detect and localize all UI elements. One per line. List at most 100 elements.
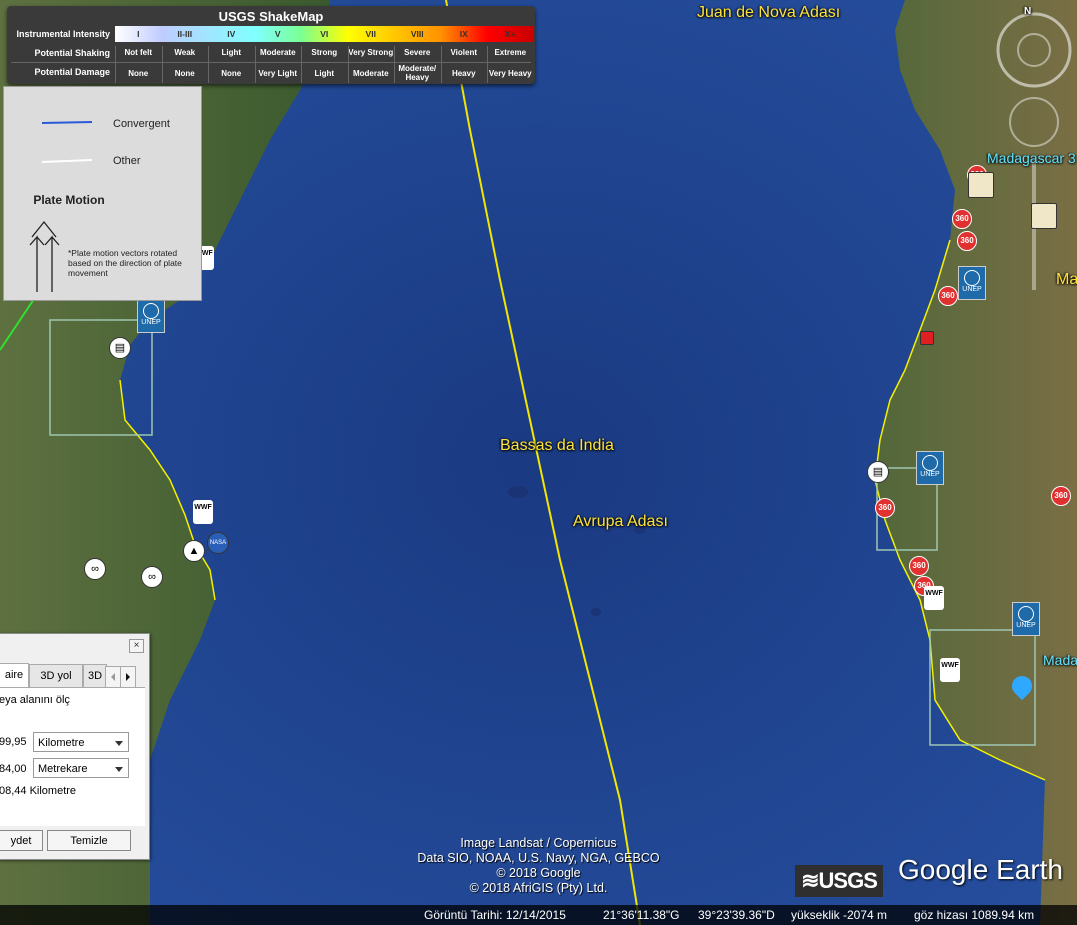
damage-cell: Heavy (451, 68, 476, 78)
elevation: yükseklik -2074 m (791, 908, 888, 922)
wwf-icon[interactable]: WWF (924, 586, 944, 610)
sailboat-icon[interactable]: ▲ (183, 540, 205, 562)
ruler-panel (0, 687, 145, 826)
chevron-down-icon (115, 767, 123, 772)
shaking-cell: Extreme (487, 46, 534, 60)
warning-icon[interactable] (920, 331, 934, 345)
photo-thumbnail-icon[interactable] (968, 172, 994, 198)
unep-icon[interactable]: UNEP (916, 451, 944, 485)
legend-plate-motion: Plate Motion (33, 193, 105, 207)
divider (11, 62, 531, 63)
area-value: 84,00 (0, 763, 27, 775)
shaking-cell: Strong (301, 46, 348, 60)
damage-cell: None (128, 68, 149, 78)
shaking-cell: Violent (440, 46, 487, 60)
document-icon[interactable]: ▤ (867, 461, 889, 483)
usgs-logo: ≋USGS (795, 865, 883, 897)
tab-3d-path[interactable]: 3D yol (29, 664, 83, 687)
google-earth-logo: Google Earth (898, 854, 1063, 885)
area-unit-select[interactable]: Metrekare (33, 758, 129, 778)
nasa-icon[interactable]: NASA (207, 532, 229, 554)
row-label-damage: Potential Damage (34, 67, 110, 77)
extra-measure: 08,44 Kilometre (0, 785, 77, 797)
panorama-360-icon[interactable]: 360 (1051, 486, 1071, 506)
shaking-cell: Moderate (254, 46, 301, 60)
photo-thumbnail-icon[interactable] (1031, 203, 1057, 229)
shaking-cell: Weak (161, 46, 208, 60)
longitude: 39°23'39.36"D (698, 908, 775, 922)
damage-cell: Moderate/ Heavy (398, 64, 437, 82)
status-bar: Görüntü Tarihi: 12/14/2015 21°36'11.38"G… (0, 905, 1077, 925)
plate-legend: Convergent Other Plate Motion *Plate mot… (3, 86, 202, 301)
perimeter-unit-select[interactable]: Kilometre (33, 732, 129, 752)
divider (161, 46, 163, 83)
divider (208, 46, 209, 83)
unep-icon[interactable]: UNEP (137, 299, 165, 333)
place-label-avrupa[interactable]: Avrupa Adası (573, 513, 668, 531)
other-swatch (41, 159, 93, 163)
damage-cell: None (174, 68, 195, 78)
legend-other: Other (113, 155, 141, 167)
divider (394, 46, 395, 83)
shaking-cell: Light (208, 46, 255, 60)
divider (347, 46, 349, 83)
divider (487, 46, 488, 83)
panorama-360-icon[interactable]: 360 (952, 209, 972, 229)
arrow-head-icon (31, 220, 57, 238)
place-label-madagascar-3[interactable]: Madagascar 3 (987, 150, 1076, 166)
tab-scroll-right[interactable] (120, 666, 136, 688)
place-label-bassas-da-india[interactable]: Bassas da India (500, 437, 614, 455)
eye-altitude: göz hizası 1089.94 km (914, 908, 1035, 922)
tab-scroll-left[interactable] (105, 666, 121, 688)
close-button[interactable]: × (129, 639, 144, 653)
tab-3d[interactable]: 3D (83, 664, 107, 687)
perimeter-value: 99,95 (0, 736, 27, 748)
wwf-icon[interactable]: WWF (193, 500, 213, 524)
chevron-down-icon (115, 741, 123, 746)
ruler-hint: eya alanını ölç (0, 694, 70, 706)
wwf-icon[interactable]: WWF (940, 658, 960, 682)
shakemap-legend: USGS ShakeMap Instrumental Intensity Pot… (7, 6, 535, 84)
place-label-juan-de-nova[interactable]: Juan de Nova Adası (697, 4, 840, 22)
binoculars-icon[interactable]: ∞ (84, 558, 106, 580)
damage-cell: Very Heavy (488, 68, 532, 78)
damage-cell: Very Light (258, 68, 298, 78)
unep-icon[interactable]: UNEP (1012, 602, 1040, 636)
seamount (508, 486, 528, 498)
latitude: 21°36'11.38"G (603, 908, 680, 922)
arrow-icon (44, 235, 60, 292)
save-button[interactable]: ydet (0, 830, 43, 851)
clear-button[interactable]: Temizle (47, 830, 131, 851)
intensity-cell: VI (301, 26, 348, 42)
divider (301, 46, 302, 83)
convergent-swatch (41, 121, 93, 124)
intensity-cell: X+ (487, 26, 534, 42)
shaking-cell: Not felt (115, 46, 162, 60)
intensity-cell: I (115, 26, 162, 42)
binoculars-icon[interactable]: ∞ (141, 566, 163, 588)
shaking-cell: Severe (394, 46, 441, 60)
seamount (591, 608, 601, 616)
panorama-360-icon[interactable]: 360 (875, 498, 895, 518)
intensity-cell: V (254, 26, 301, 42)
panorama-360-icon[interactable]: 360 (957, 231, 977, 251)
arrow-icon (29, 235, 45, 292)
panorama-360-icon[interactable]: 360 (938, 286, 958, 306)
place-label-mada[interactable]: Mada (1043, 652, 1077, 668)
place-label-ma[interactable]: Ma (1056, 271, 1077, 289)
panorama-360-icon[interactable]: 360 (909, 556, 929, 576)
document-icon[interactable]: ▤ (109, 337, 131, 359)
tab-circle[interactable]: aire (0, 663, 29, 688)
shakemap-title: USGS ShakeMap (218, 9, 324, 24)
damage-cell: Light (314, 68, 335, 78)
intensity-cell: VIII (394, 26, 441, 42)
row-label-intensity: Instrumental Intensity (16, 29, 110, 39)
divider (115, 46, 116, 83)
compass-north-label[interactable]: N (1024, 6, 1031, 17)
ruler-dialog: × aire 3D yol 3D eya alanını ölç 99,95 K… (0, 633, 150, 860)
legend-convergent: Convergent (113, 118, 170, 130)
unep-icon[interactable]: UNEP (958, 266, 986, 300)
divider (440, 46, 442, 83)
divider (254, 46, 256, 83)
row-label-shaking: Potential Shaking (34, 48, 110, 58)
